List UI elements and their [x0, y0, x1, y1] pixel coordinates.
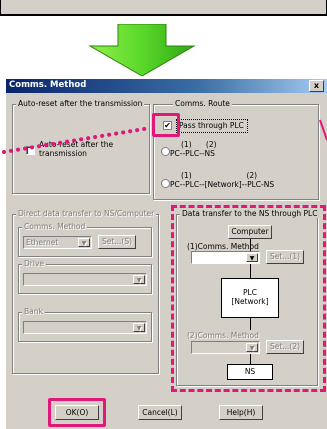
drive-select[interactable]: ▼ [23, 273, 147, 286]
direct-set-button[interactable]: Set...(S) [98, 235, 136, 249]
auto-reset-group-label: Auto-reset after the transmission [16, 99, 145, 108]
down-arrow-icon [88, 24, 196, 76]
direct-comms-method-label: Comms. Method [22, 222, 88, 231]
highlight-connector-right [319, 119, 327, 141]
through-plc-highlight [171, 205, 326, 392]
previous-dialog-edge [0, 0, 327, 16]
route-network-numbers: (1) (2) [181, 171, 258, 180]
direct-comms-method-value: Ethernet [26, 238, 59, 247]
route-network-label: PC--PLC--[Network]--PLC-NS [170, 180, 275, 189]
dialog-titlebar: Comms. Method [6, 79, 327, 93]
route-plc-ns-numbers: (1) (2) [181, 140, 217, 149]
dialog-title: Comms. Method [9, 80, 87, 90]
close-button[interactable]: x [309, 80, 324, 92]
bank-select[interactable]: ▼ [23, 321, 147, 334]
direct-transfer-group-label: Direct data transfer to NS/Computer [16, 209, 157, 218]
drive-label: Drive [22, 259, 46, 268]
route-network-radio[interactable] [161, 179, 170, 188]
bank-label: Bank [22, 307, 45, 316]
pass-through-plc-label: Pass through PLC [179, 121, 244, 130]
ok-button-highlight [48, 398, 106, 427]
cancel-button[interactable]: Cancel(L) [138, 405, 182, 420]
help-button[interactable]: Help(H) [219, 405, 263, 420]
route-plc-ns-label: PC--PLC--NS [170, 149, 215, 158]
comms-route-group-label: Comms. Route [173, 99, 232, 108]
highlight-connector [2, 126, 152, 154]
direct-comms-method-select[interactable]: Ethernet ▼ [23, 236, 92, 249]
chevron-down-icon: ▼ [133, 275, 145, 284]
route-plc-ns-radio[interactable] [161, 147, 170, 156]
chevron-down-icon: ▼ [133, 323, 145, 332]
previous-dialog-bar [0, 0, 327, 14]
chevron-down-icon: ▼ [78, 238, 90, 247]
